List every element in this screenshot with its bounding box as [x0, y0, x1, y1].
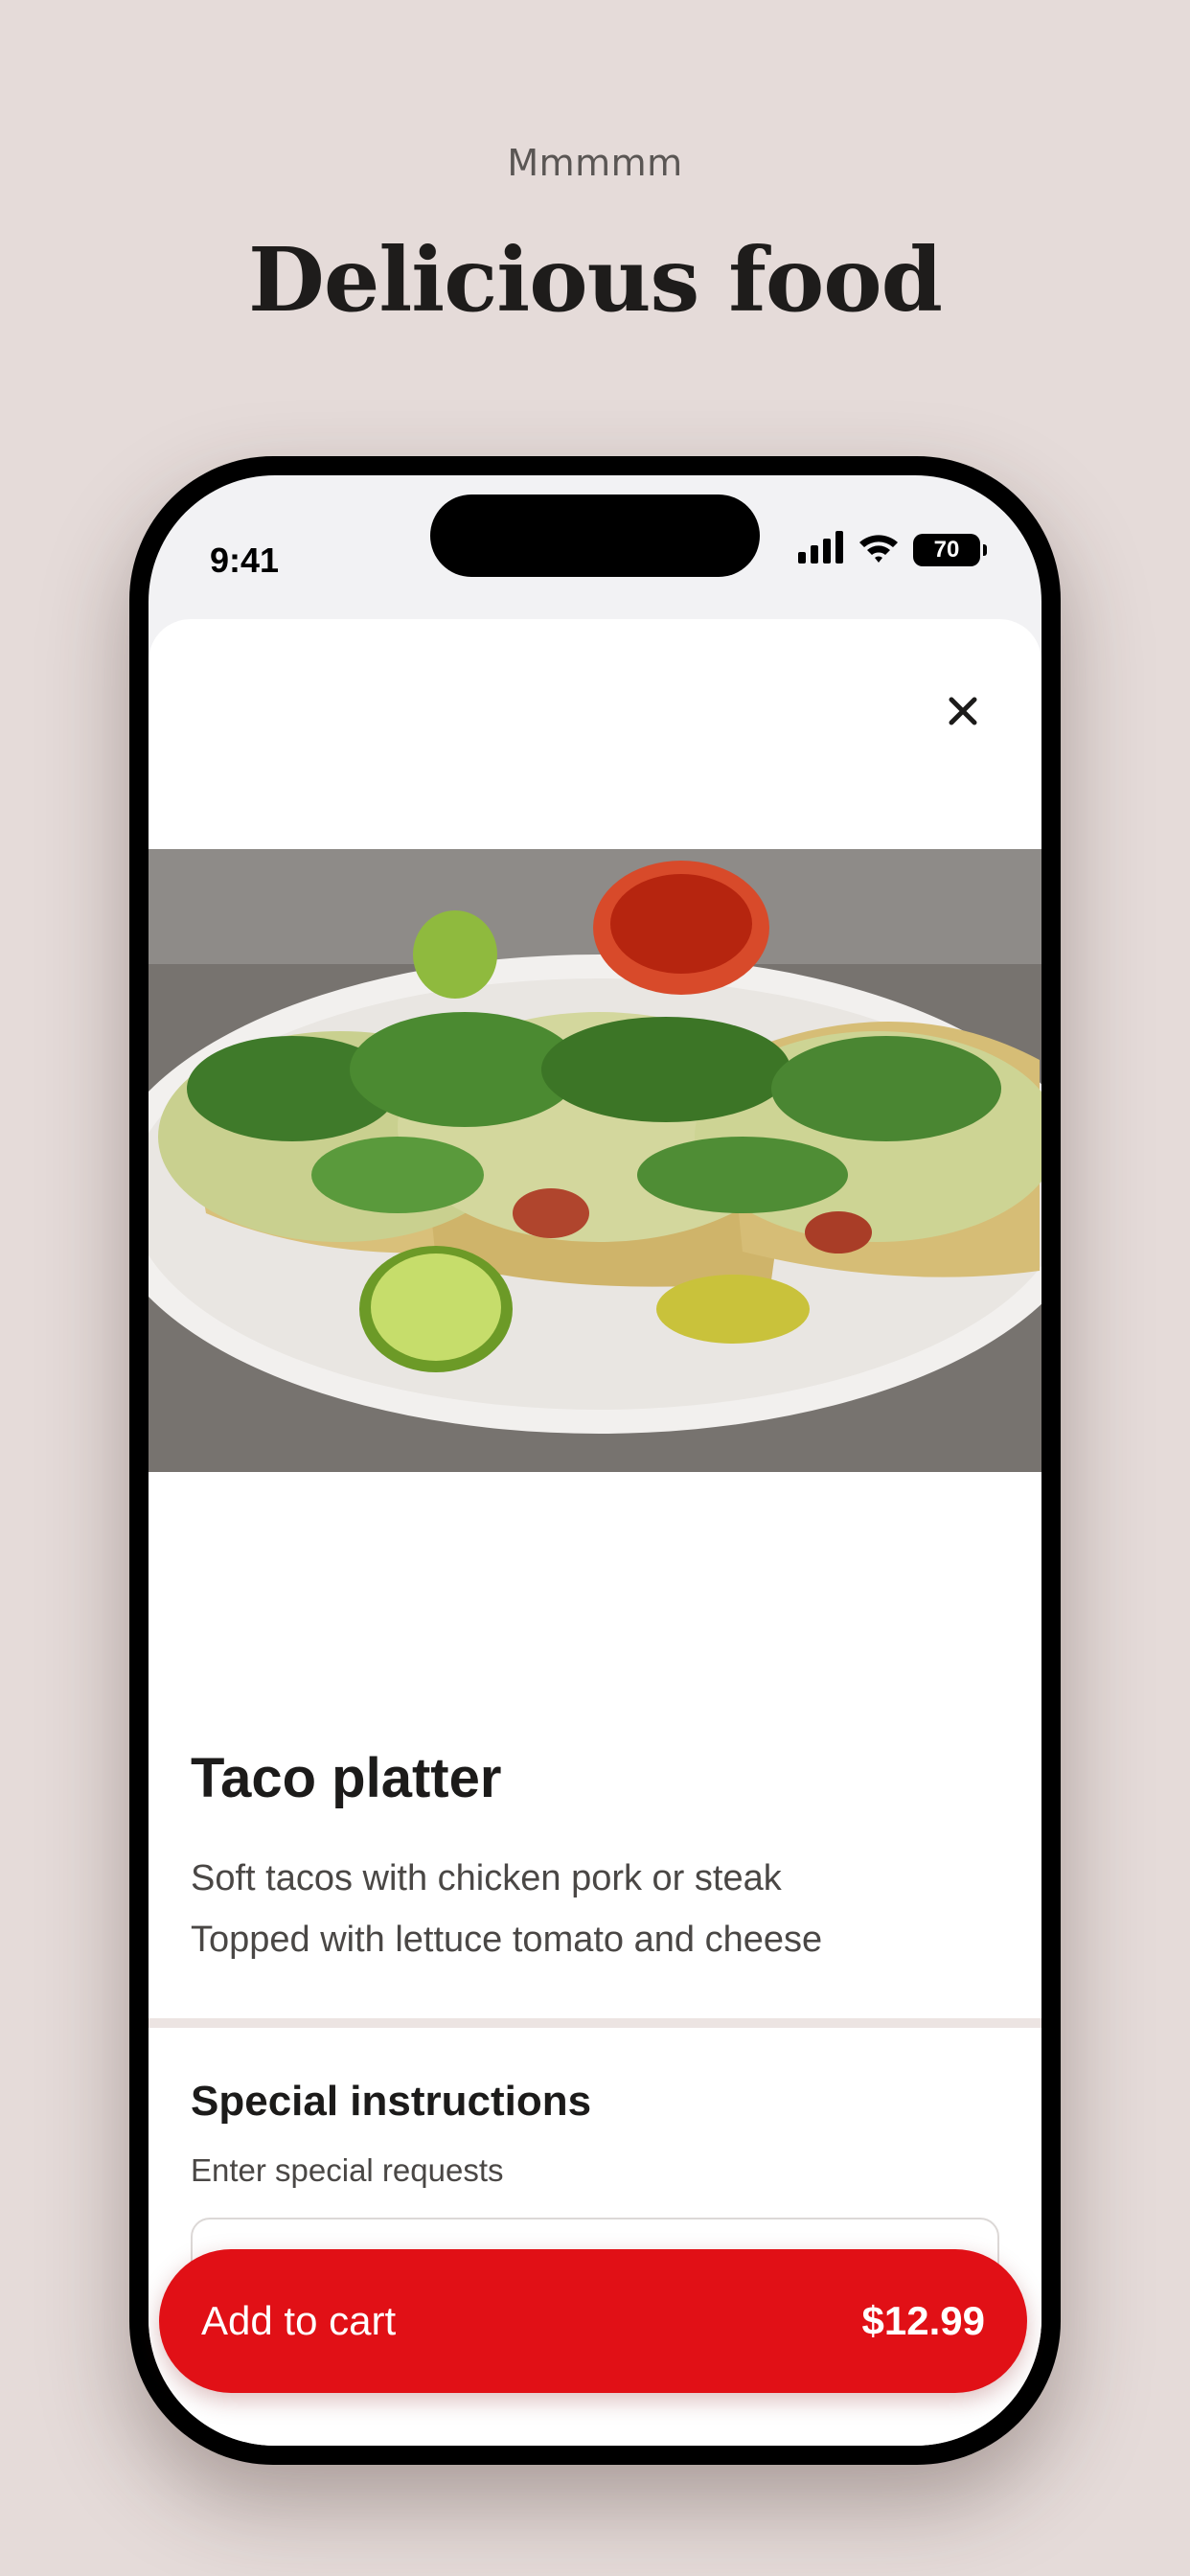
status-icons: 70: [798, 531, 987, 568]
add-to-cart-label: Add to cart: [201, 2298, 397, 2343]
close-button[interactable]: [936, 686, 990, 740]
phone-frame: 9:41 70 Taco platter Soft tacos with chi…: [129, 456, 1061, 2465]
special-instructions-subtitle: Enter special requests: [191, 2152, 504, 2188]
wifi-icon: [858, 531, 900, 568]
cart-price: $12.99: [861, 2298, 985, 2343]
item-description-line: Topped with lettuce tomato and cheese: [191, 1920, 823, 1960]
item-detail-sheet: Taco platter Soft tacos with chicken por…: [149, 619, 1041, 2446]
cellular-signal-icon: [798, 531, 844, 568]
page-headline: Delicious food: [248, 228, 943, 332]
close-icon: [947, 695, 979, 732]
dynamic-island: [430, 494, 760, 577]
eyebrow-text: Mmmmm: [507, 142, 683, 184]
item-title: Taco platter: [191, 1747, 502, 1809]
battery-icon: 70: [913, 533, 987, 566]
food-image: [149, 849, 1041, 1472]
item-description: Soft tacos with chicken pork or steak To…: [191, 1848, 1005, 1970]
status-time: 9:41: [210, 540, 280, 580]
phone-screen: 9:41 70 Taco platter Soft tacos with chi…: [149, 475, 1041, 2446]
special-instructions-title: Special instructions: [191, 2078, 592, 2125]
add-to-cart-button[interactable]: Add to cart $12.99: [159, 2249, 1027, 2393]
item-description-line: Soft tacos with chicken pork or steak: [191, 1858, 782, 1898]
section-divider: [149, 2018, 1041, 2028]
